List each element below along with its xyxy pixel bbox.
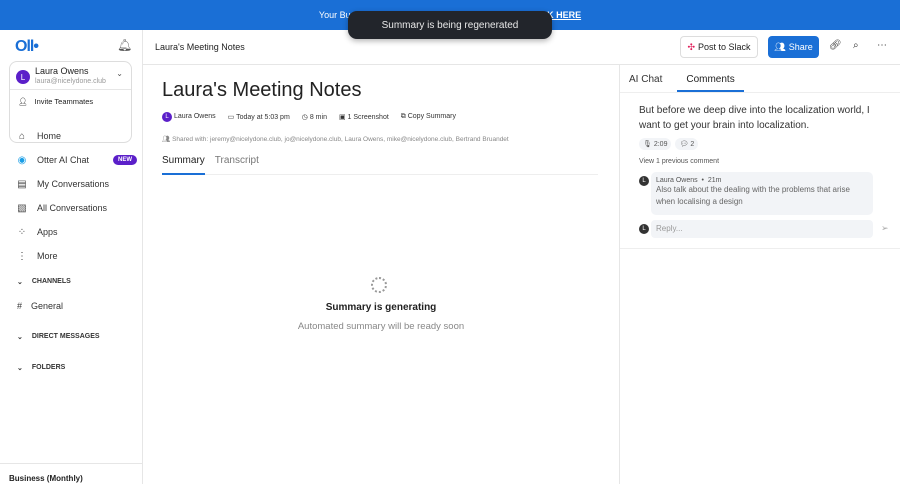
copy-text: Copy Summary — [407, 113, 456, 120]
nav-apps[interactable]: ⁘ Apps — [0, 220, 143, 244]
new-badge: NEW — [113, 155, 138, 165]
otter-ai-icon: ◉ — [17, 154, 27, 166]
channel-general[interactable]: # General — [17, 301, 63, 311]
avatar: L — [639, 176, 649, 186]
conversations-icon: ▧ — [17, 202, 27, 214]
conversation-icon: ▤ — [17, 178, 27, 190]
link-icon[interactable]: 🔗︎ — [829, 40, 842, 51]
nav-my-conversations[interactable]: ▤ My Conversations — [0, 172, 143, 196]
nav-label: More — [37, 251, 58, 261]
home-icon: ⌂ — [18, 130, 26, 142]
right-panel: AI Chat Comments But before we deep dive… — [619, 65, 900, 484]
avatar: L — [16, 70, 30, 84]
share-label: Share — [788, 42, 813, 52]
add-user-icon: 👤︎ — [18, 97, 28, 106]
divider — [620, 248, 900, 249]
generating-title: Summary is generating — [325, 302, 437, 313]
slack-icon: ✣ — [687, 41, 695, 52]
nav-home[interactable]: ⌂ Home — [0, 124, 143, 148]
timestamp-chip[interactable]: 🎙︎ 2:09 — [639, 138, 672, 150]
nav-label: Apps — [37, 227, 58, 237]
avatar: L — [162, 112, 172, 122]
send-icon[interactable]: ➢ — [881, 223, 889, 234]
user-email: laura@nicelydone.club — [35, 78, 106, 85]
nav-label: My Conversations — [37, 179, 110, 189]
toast: Summary is being regenerated — [348, 11, 552, 39]
chevron-down-icon: ⌄ — [17, 334, 23, 341]
nav: ⌂ Home ◉ Otter AI Chat NEW ▤ My Conversation… — [0, 124, 143, 268]
section-label: DIRECT MESSAGES — [31, 333, 100, 340]
conversation-title: Laura's Meeting Notes — [155, 42, 245, 52]
folders-section[interactable]: ⌄ FOLDERS — [17, 364, 65, 372]
bell-icon[interactable]: 🔔︎ — [117, 38, 132, 52]
slack-label: Post to Slack — [698, 42, 751, 52]
chevron-down-icon: ⌄ — [17, 279, 23, 286]
screenshots-text: 1 Screenshot — [347, 114, 389, 121]
sidebar: Oll• 🔔︎ L Laura Owens laura@nicelydone.c… — [0, 30, 143, 484]
channel-label: General — [31, 301, 64, 311]
search-icon[interactable]: ⌕ — [853, 40, 859, 51]
section-label: FOLDERS — [31, 364, 66, 371]
comment-count-chip[interactable]: 💬︎ 2 — [675, 138, 699, 150]
shared-text: Shared with: jeremy@nicelydone.club, jo@… — [172, 136, 509, 143]
duration-text: 8 min — [309, 114, 327, 121]
screenshots-link[interactable]: ▣ 1 Screenshot — [339, 113, 389, 121]
post-to-slack-button[interactable]: ✣ Post to Slack — [680, 36, 758, 58]
hash-icon: # — [17, 301, 23, 311]
nav-otter-ai-chat[interactable]: ◉ Otter AI Chat NEW — [0, 148, 143, 172]
tab-summary[interactable]: Summary — [162, 151, 205, 175]
plan-label: Business (Monthly) — [0, 463, 143, 484]
avatar: L — [639, 224, 649, 234]
more-icon: ⋮ — [17, 250, 27, 262]
more-icon[interactable]: ⋯ — [877, 40, 887, 51]
tab-ai-chat[interactable]: AI Chat — [620, 65, 671, 92]
tab-comments[interactable]: Comments — [677, 65, 744, 92]
owner-name: Laura Owens — [174, 113, 216, 120]
quoted-text: But before we deep dive into the localiz… — [639, 105, 870, 131]
otter-logo[interactable]: Oll• — [15, 38, 39, 56]
comment-meta: Laura Owens • 21m — [656, 177, 722, 184]
banner-text: Your Bu — [318, 10, 351, 20]
comment-age: 21m — [707, 177, 722, 184]
date-text: Today at 5:03 pm — [236, 114, 290, 121]
users-icon: 👥︎ — [774, 41, 786, 52]
nav-more[interactable]: ⋮ More — [0, 244, 143, 268]
share-button[interactable]: 👥︎ Share — [768, 36, 819, 58]
channels-section[interactable]: ⌄ CHANNELS — [17, 278, 71, 286]
invite-teammates-button[interactable]: 👤︎ Invite Teammates — [10, 89, 131, 113]
meta-row: L Laura Owens ▭ Today at 5:03 pm ◷ 8 min … — [162, 112, 456, 122]
direct-messages-section[interactable]: ⌄ DIRECT MESSAGES — [17, 333, 100, 341]
comment-author: Laura Owens — [656, 177, 698, 184]
chips: 🎙︎ 2:09 💬︎ 2 — [639, 138, 699, 150]
comment-text: Also talk about the dealing with the pro… — [656, 185, 850, 206]
reply-input[interactable]: Reply... — [651, 220, 873, 238]
tab-transcript[interactable]: Transcript — [215, 151, 259, 174]
chevron-down-icon[interactable]: ⌄ — [116, 69, 123, 78]
comment-body: Laura Owens • 21m Also talk about the de… — [651, 172, 873, 215]
nav-all-conversations[interactable]: ▧ All Conversations — [0, 196, 143, 220]
nav-label: Home — [37, 131, 62, 141]
timestamp: 2:09 — [653, 141, 668, 148]
apps-icon: ⁘ — [17, 226, 27, 238]
tabs: Summary Transcript — [162, 151, 598, 175]
view-previous-comment-link[interactable]: View 1 previous comment — [639, 158, 719, 165]
copy-summary-button[interactable]: ⧉ Copy Summary — [401, 113, 456, 121]
page-title: Laura's Meeting Notes — [162, 79, 362, 101]
date: ▭ Today at 5:03 pm — [227, 114, 290, 121]
invite-label: Invite Teammates — [34, 97, 94, 106]
shared-with[interactable]: 👥︎ Shared with: jeremy@nicelydone.club, … — [162, 135, 509, 143]
chevron-down-icon: ⌄ — [17, 365, 23, 372]
loading-spinner-icon — [371, 277, 387, 293]
user-name: Laura Owens — [35, 66, 89, 76]
nav-label: All Conversations — [37, 203, 108, 213]
generating-subtitle: Automated summary will be ready soon — [297, 321, 465, 332]
main: Laura's Meeting Notes L Laura Owens ▭ Tod… — [143, 65, 619, 484]
nav-label: Otter AI Chat — [37, 155, 90, 165]
duration: ◷ 8 min — [301, 114, 327, 121]
owner: L Laura Owens — [162, 112, 216, 122]
section-label: CHANNELS — [31, 278, 71, 285]
right-tabs: AI Chat Comments — [620, 65, 900, 93]
comment-count: 2 — [690, 141, 695, 148]
